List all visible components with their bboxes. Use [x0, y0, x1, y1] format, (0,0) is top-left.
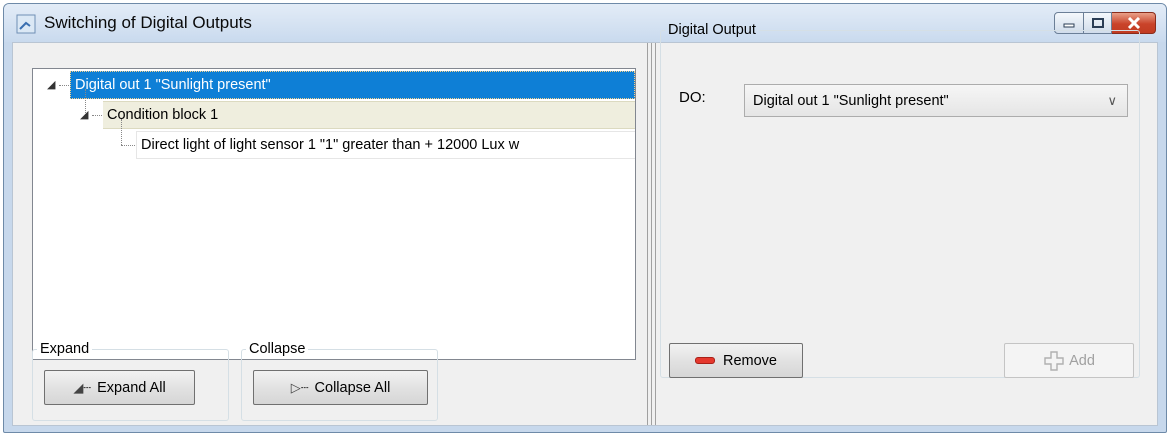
tree-node-label: Direct light of light sensor 1 "1" great…	[136, 131, 635, 159]
condition-tree[interactable]: ◢ Digital out 1 "Sunlight present" ◢ Con…	[32, 68, 636, 360]
add-label: Add	[1069, 352, 1095, 369]
pane-splitter[interactable]	[647, 43, 656, 425]
expand-all-button[interactable]: ◢┄ Expand All	[44, 370, 195, 405]
window-title: Switching of Digital Outputs	[44, 13, 252, 32]
tree-node-digital-out[interactable]: ◢ Digital out 1 "Sunlight present"	[33, 71, 635, 99]
expand-legend: Expand	[40, 341, 90, 357]
tree-connector	[121, 145, 135, 146]
remove-icon	[695, 357, 715, 364]
tree-node-label: Condition block 1	[103, 101, 635, 129]
add-icon	[1044, 350, 1064, 371]
do-label: DO:	[679, 89, 706, 106]
tree-node-label: Digital out 1 "Sunlight present"	[70, 71, 635, 99]
expand-all-label: Expand All	[97, 379, 166, 396]
tree-connector	[92, 115, 102, 116]
collapse-tree-icon: ▷┄	[290, 379, 309, 395]
remove-button[interactable]: Remove	[669, 343, 803, 378]
tree-connector	[59, 85, 69, 86]
remove-label: Remove	[723, 352, 777, 369]
chevron-down-icon: ∨	[1107, 93, 1117, 108]
collapse-all-button[interactable]: ▷┄ Collapse All	[253, 370, 428, 405]
digital-output-legend: Digital Output	[668, 22, 756, 38]
digital-output-group: Digital Output	[660, 22, 1140, 378]
tree-node-condition-block[interactable]: ◢ Condition block 1	[33, 101, 635, 129]
app-icon	[16, 14, 36, 34]
do-selected-value: Digital out 1 "Sunlight present"	[753, 92, 949, 109]
do-select[interactable]: Digital out 1 "Sunlight present" ∨	[744, 84, 1128, 117]
collapse-all-label: Collapse All	[314, 379, 391, 396]
tree-node-condition[interactable]: Direct light of light sensor 1 "1" great…	[33, 131, 635, 159]
app-window: Switching of Digital Outputs ◢ Digital o…	[3, 3, 1167, 433]
expand-tree-icon: ◢┄	[73, 379, 92, 395]
add-button[interactable]: Add	[1004, 343, 1134, 378]
collapse-legend: Collapse	[249, 341, 306, 357]
expanded-arrow-icon[interactable]: ◢	[80, 109, 92, 121]
expanded-arrow-icon[interactable]: ◢	[47, 79, 59, 91]
